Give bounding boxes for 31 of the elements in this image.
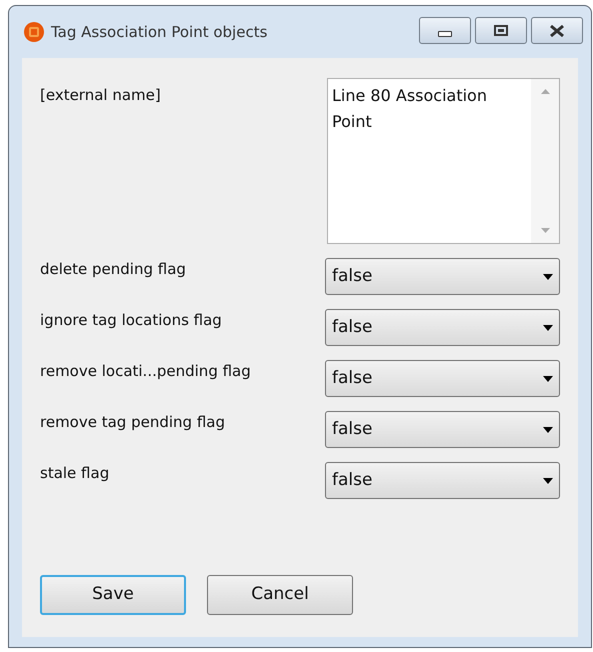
close-icon [549,24,565,36]
dropdown-arrow-icon [543,274,553,280]
dropdown-arrow-icon [543,478,553,484]
field-label: stale flag [40,463,110,484]
dropdown-arrow-icon [543,324,553,330]
app-icon [23,21,45,43]
dropdown-arrow-icon [543,376,553,382]
dropdown[interactable]: false [325,411,560,448]
minimize-button[interactable] [419,17,471,44]
window-title: Tag Association Point objects [51,22,268,43]
dropdown[interactable]: false [325,309,560,346]
save-button[interactable]: Save [40,575,186,615]
text-area[interactable]: Line 80 Association Point [327,78,560,244]
dropdown[interactable]: false [325,258,560,295]
close-button[interactable] [531,17,583,44]
scroll-up-icon [540,89,550,94]
field-label: [external name] [40,85,161,106]
dropdown[interactable]: false [325,360,560,397]
maximize-button[interactable] [475,17,527,44]
restore-icon [494,25,508,36]
scrollbar[interactable] [531,79,559,243]
field-label: remove locati...pending flag [40,361,251,382]
field-label: delete pending flag [40,259,186,280]
field-label: remove tag pending flag [40,412,225,433]
dropdown[interactable]: false [325,462,560,499]
text-area-value: Line 80 Association Point [331,85,488,133]
field-label: ignore tag locations flag [40,310,222,331]
cancel-button[interactable]: Cancel [207,575,353,615]
scroll-down-icon [540,228,550,233]
dropdown-arrow-icon [543,426,553,432]
minimize-icon [438,30,452,36]
